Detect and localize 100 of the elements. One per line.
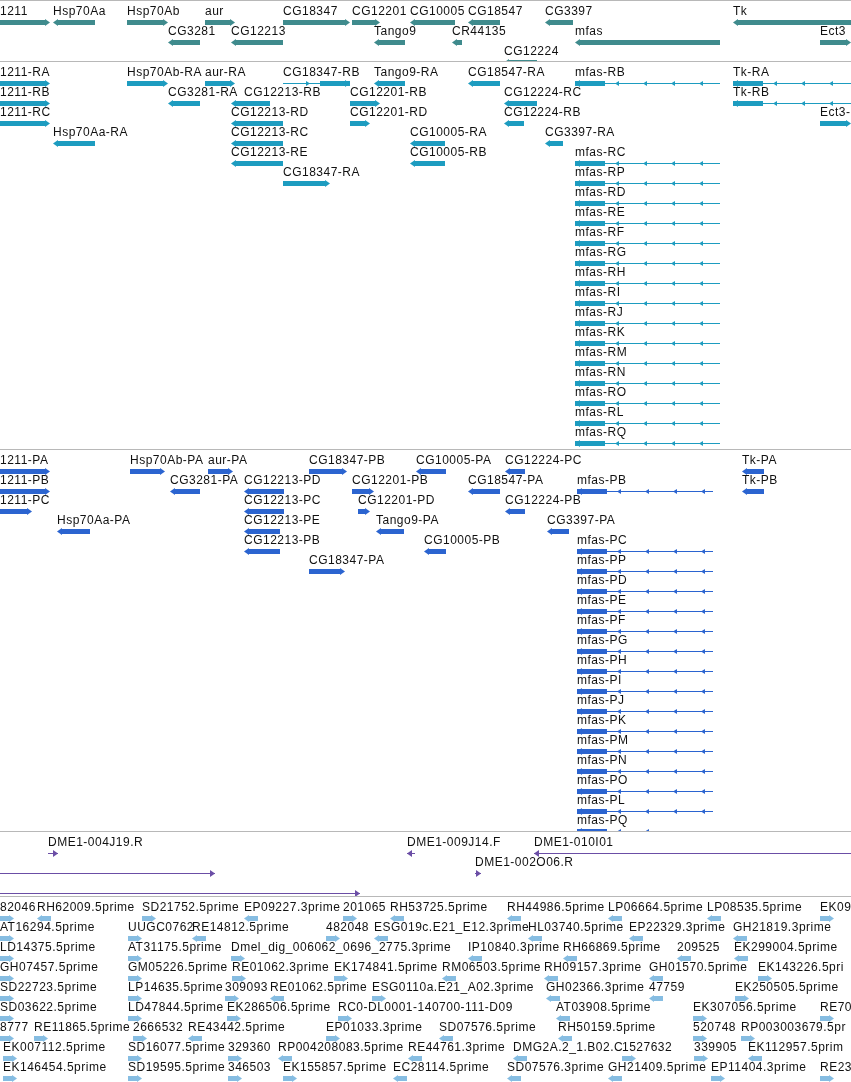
feature-glyph[interactable] <box>244 488 284 495</box>
feature-glyph[interactable] <box>205 19 235 26</box>
feature-glyph[interactable] <box>130 468 165 475</box>
feature-glyph[interactable] <box>575 300 720 307</box>
feature-glyph[interactable] <box>577 668 713 675</box>
feature-glyph[interactable] <box>48 850 58 857</box>
feature-glyph[interactable] <box>0 508 32 515</box>
feature-glyph[interactable] <box>575 260 720 267</box>
feature-glyph[interactable] <box>577 548 713 555</box>
feature-glyph[interactable] <box>57 528 90 535</box>
feature-glyph[interactable] <box>231 39 283 46</box>
feature-glyph[interactable] <box>575 180 720 187</box>
feature-glyph[interactable] <box>376 528 404 535</box>
feature-glyph[interactable] <box>244 508 284 515</box>
feature-glyph[interactable] <box>575 400 720 407</box>
feature-glyph[interactable] <box>244 528 280 535</box>
feature-glyph[interactable] <box>283 180 330 187</box>
feature-glyph[interactable] <box>0 468 50 475</box>
feature-glyph[interactable] <box>575 220 720 227</box>
feature-glyph[interactable] <box>575 39 720 46</box>
feature-glyph[interactable] <box>452 39 462 46</box>
feature-glyph[interactable] <box>577 728 713 735</box>
feature-glyph[interactable] <box>575 240 720 247</box>
feature-glyph[interactable] <box>350 100 380 107</box>
feature-glyph[interactable] <box>820 120 851 127</box>
feature-glyph[interactable] <box>205 80 235 87</box>
feature-glyph[interactable] <box>53 140 95 147</box>
feature-glyph[interactable] <box>407 850 415 857</box>
feature-glyph[interactable] <box>309 468 347 475</box>
feature-glyph[interactable] <box>53 19 95 26</box>
feature-glyph[interactable] <box>468 19 500 26</box>
feature-glyph[interactable] <box>545 19 573 26</box>
feature-glyph[interactable] <box>575 320 720 327</box>
feature-glyph[interactable] <box>577 708 713 715</box>
feature-glyph[interactable] <box>231 160 283 167</box>
feature-glyph[interactable] <box>410 140 445 147</box>
feature-glyph[interactable] <box>352 19 380 26</box>
feature-glyph[interactable] <box>575 360 720 367</box>
feature-glyph[interactable] <box>577 688 713 695</box>
feature-glyph[interactable] <box>575 200 720 207</box>
feature-glyph[interactable] <box>0 870 215 877</box>
feature-glyph[interactable] <box>820 39 851 46</box>
feature-glyph[interactable] <box>309 568 345 575</box>
feature-glyph[interactable] <box>127 19 168 26</box>
feature-glyph[interactable] <box>577 788 713 795</box>
feature-glyph[interactable] <box>733 100 851 107</box>
feature-glyph[interactable] <box>475 870 481 877</box>
feature-glyph[interactable] <box>127 80 168 87</box>
feature-glyph[interactable] <box>374 80 405 87</box>
feature-glyph[interactable] <box>352 488 374 495</box>
feature-glyph[interactable] <box>283 19 350 26</box>
feature-glyph[interactable] <box>416 468 446 475</box>
feature-glyph[interactable] <box>468 80 500 87</box>
feature-glyph[interactable] <box>0 80 50 87</box>
feature-glyph[interactable] <box>231 120 283 127</box>
feature-glyph[interactable] <box>577 608 713 615</box>
feature-glyph[interactable] <box>410 19 455 26</box>
feature-glyph[interactable] <box>577 648 713 655</box>
feature-glyph[interactable] <box>468 488 500 495</box>
feature-glyph[interactable] <box>410 160 445 167</box>
feature-glyph[interactable] <box>505 508 525 515</box>
feature-glyph[interactable] <box>575 440 720 447</box>
feature-glyph[interactable] <box>534 850 851 857</box>
feature-glyph[interactable] <box>575 160 720 167</box>
feature-glyph[interactable] <box>577 748 713 755</box>
feature-glyph[interactable] <box>0 19 50 26</box>
feature-glyph[interactable] <box>231 140 283 147</box>
feature-glyph[interactable] <box>168 100 200 107</box>
feature-glyph[interactable] <box>547 528 569 535</box>
feature-glyph[interactable] <box>0 120 50 127</box>
feature-glyph[interactable] <box>577 808 713 815</box>
feature-glyph[interactable] <box>374 39 405 46</box>
feature-glyph[interactable] <box>742 468 764 475</box>
feature-glyph[interactable] <box>577 488 713 495</box>
feature-glyph[interactable] <box>577 768 713 775</box>
feature-glyph[interactable] <box>575 80 720 87</box>
feature-glyph[interactable] <box>0 488 50 495</box>
feature-glyph[interactable] <box>168 39 200 46</box>
feature-glyph[interactable] <box>575 280 720 287</box>
feature-glyph[interactable] <box>283 80 350 87</box>
feature-glyph[interactable] <box>577 628 713 635</box>
feature-glyph[interactable] <box>350 120 370 127</box>
feature-glyph[interactable] <box>577 588 713 595</box>
feature-glyph[interactable] <box>575 340 720 347</box>
feature-glyph[interactable] <box>742 488 764 495</box>
feature-glyph[interactable] <box>0 890 360 896</box>
feature-glyph[interactable] <box>505 468 525 475</box>
feature-glyph[interactable] <box>424 548 446 555</box>
feature-glyph[interactable] <box>733 80 851 87</box>
feature-glyph[interactable] <box>504 120 524 127</box>
feature-glyph[interactable] <box>577 568 713 575</box>
feature-glyph[interactable] <box>575 380 720 387</box>
feature-glyph[interactable] <box>545 140 563 147</box>
feature-glyph[interactable] <box>208 468 233 475</box>
feature-glyph[interactable] <box>504 100 537 107</box>
feature-glyph[interactable] <box>575 420 720 427</box>
feature-glyph[interactable] <box>733 19 851 26</box>
feature-glyph[interactable] <box>170 488 200 495</box>
feature-glyph[interactable] <box>231 100 270 107</box>
feature-glyph[interactable] <box>358 508 370 515</box>
